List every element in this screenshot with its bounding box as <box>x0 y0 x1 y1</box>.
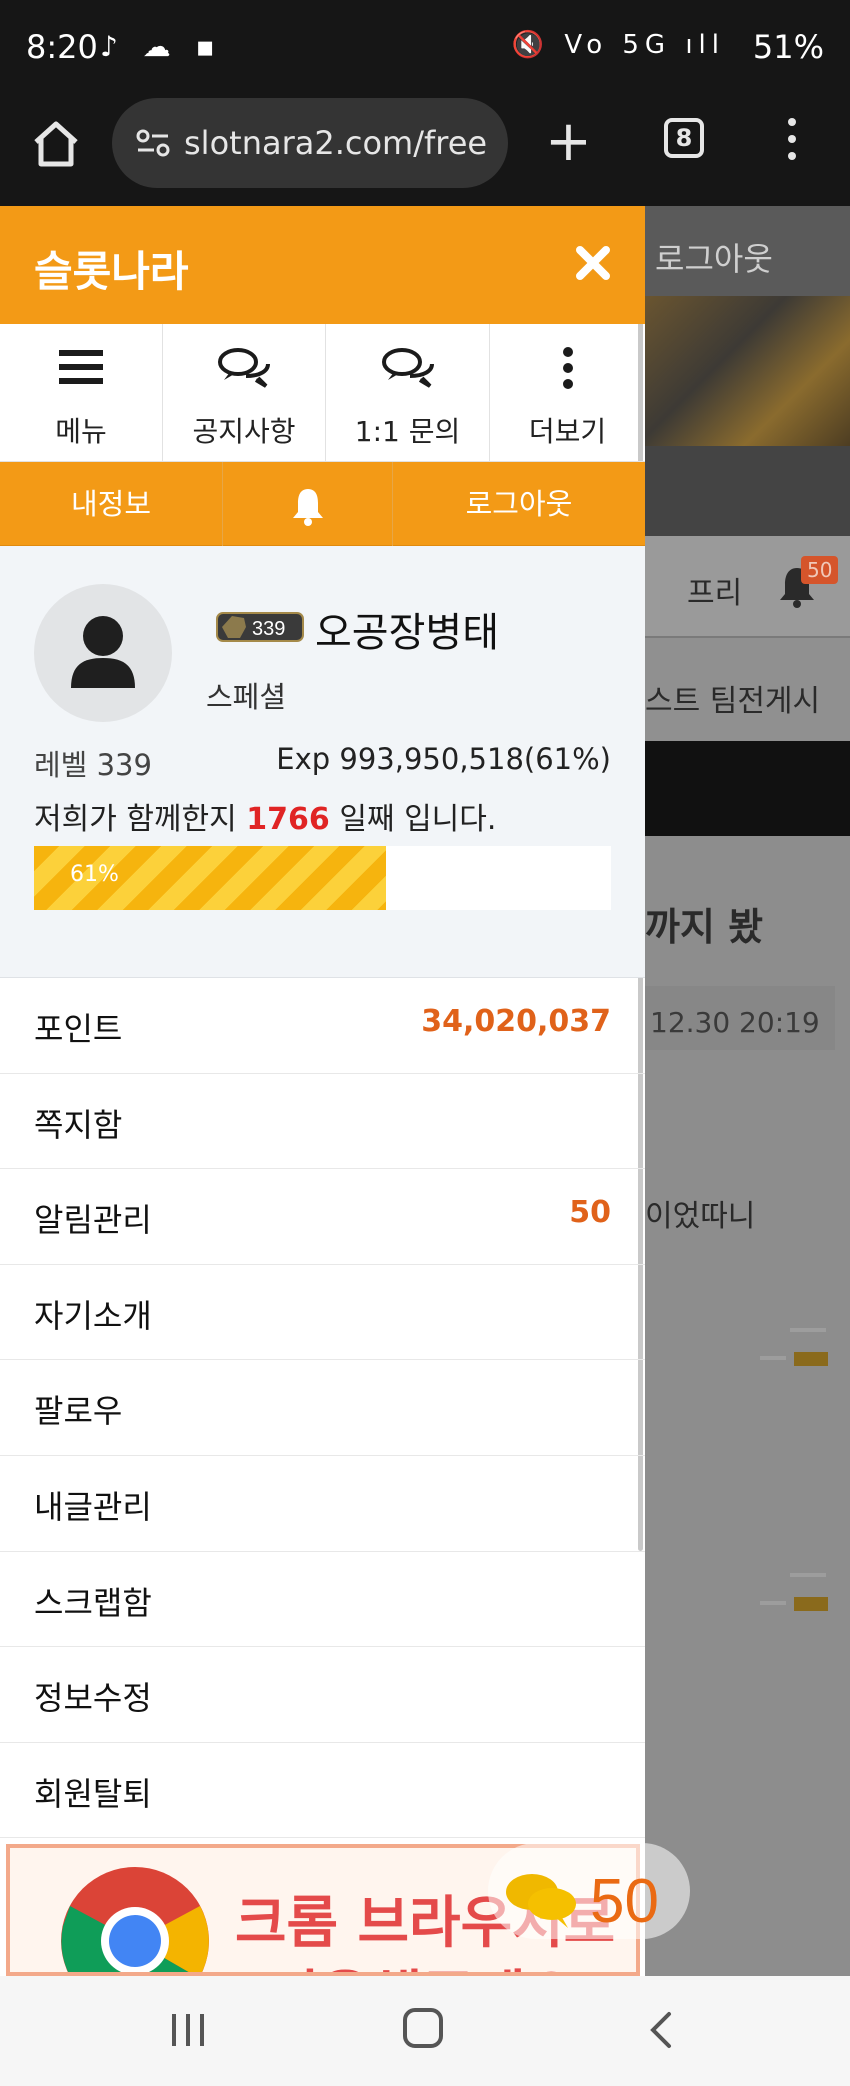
ad-subline: 이용해주세요! <box>268 1952 603 1972</box>
user-icon <box>71 616 135 688</box>
menu-item-scrap[interactable]: 스크랩함 <box>0 1552 645 1648</box>
drawer-header: 슬롯나라 <box>0 206 645 324</box>
system-nav-bar <box>0 1976 850 2086</box>
site-settings-icon[interactable] <box>136 128 170 158</box>
new-tab-button[interactable]: + <box>545 114 592 170</box>
quick-menu-item[interactable]: 공지사항 <box>163 324 326 462</box>
quick-menu-label: 더보기 <box>528 415 607 448</box>
url-text: slotnara2.com/free <box>184 124 488 162</box>
battery-level: 51% <box>752 28 824 66</box>
browser-toolbar: slotnara2.com/free + 8 <box>0 98 850 206</box>
user-nickname: 오공장병태 <box>315 610 499 656</box>
avatar[interactable] <box>34 584 172 722</box>
days-count: 1766 <box>246 802 330 837</box>
menu-item-points[interactable]: 포인트 34,020,037 <box>0 978 645 1074</box>
floating-chat-count[interactable]: 50 <box>590 1866 659 1937</box>
bg-notification-badge: 50 <box>801 556 839 584</box>
quick-menu-item[interactable]: 메뉴 <box>0 324 163 462</box>
notification-icons: ♪ ☁ ▪ <box>100 30 223 63</box>
menu-item-label: 자기소개 <box>34 1296 152 1335</box>
site-title[interactable]: 슬롯나라 <box>34 238 189 299</box>
status-time: 8:20 <box>26 28 98 66</box>
more-icon <box>562 347 573 389</box>
profile-card: 339 오공장병태 스페셜 레벨 339 Exp 993,950,518(61%… <box>0 546 645 978</box>
menu-item-messages[interactable]: 쪽지함 <box>0 1074 645 1170</box>
menu-item-label: 포인트 <box>34 1010 123 1048</box>
quick-menu-item[interactable]: 1:1 문의 <box>326 324 490 462</box>
menu-item-label: 팔로우 <box>34 1392 123 1431</box>
bg-post-date: 12.30 20:19 <box>650 1006 820 1039</box>
menu-item-label: 회원탈퇴 <box>34 1774 152 1813</box>
menu-item-follow[interactable]: 팔로우 <box>0 1360 645 1456</box>
home-icon[interactable] <box>28 116 84 172</box>
bg-banner-image <box>645 296 850 446</box>
exp-progress-bar: 61% <box>34 846 611 910</box>
bg-tabs-partial: 스트 팀전게시 <box>645 684 821 719</box>
recent-apps-icon[interactable] <box>168 2012 208 2048</box>
level-badge-icon: 339 <box>216 612 304 642</box>
quick-menu-label: 메뉴 <box>55 415 107 448</box>
quick-menu-label: 공지사항 <box>192 415 296 448</box>
menu-item-self-intro[interactable]: 자기소개 <box>0 1265 645 1361</box>
bg-post-title: 까지 봤 <box>645 905 764 949</box>
home-nav-icon[interactable] <box>403 2008 443 2048</box>
chat-bubble-icon[interactable] <box>502 1870 582 1930</box>
menu-item-label: 알림관리 <box>34 1201 152 1240</box>
menu-item-label: 스크랩함 <box>34 1583 152 1622</box>
chat-icon <box>218 348 270 388</box>
notification-button[interactable] <box>223 462 393 546</box>
url-bar[interactable]: slotnara2.com/free <box>112 98 508 188</box>
menu-item-notifications[interactable]: 알림관리 50 <box>0 1169 645 1265</box>
browser-menu-icon[interactable] <box>788 118 798 162</box>
system-icons: 🔇 Vo 5G ıll <box>511 30 725 60</box>
menu-item-label: 정보수정 <box>34 1679 152 1718</box>
my-info-button[interactable]: 내정보 <box>0 462 223 546</box>
side-drawer: 슬롯나라 메뉴 공지사항 1:1 문의 더보기 내정보 로그아웃 339 오공장… <box>0 206 645 1976</box>
menu-icon <box>59 350 103 384</box>
bg-logout-link: 로그아웃 <box>645 206 850 296</box>
menu-item-edit-profile[interactable]: 정보수정 <box>0 1647 645 1743</box>
chrome-logo-icon <box>61 1867 209 1972</box>
bell-icon <box>292 489 323 526</box>
exp-progress-label: 61% <box>70 862 119 887</box>
menu-item-value: 34,020,037 <box>421 1004 611 1039</box>
back-icon[interactable] <box>645 2010 675 2050</box>
status-bar: 8:20 ♪ ☁ ▪ 🔇 Vo 5G ıll 51% <box>0 0 850 98</box>
menu-item-value: 50 <box>569 1195 611 1231</box>
screen: 8:20 ♪ ☁ ▪ 🔇 Vo 5G ıll 51% slotnara2.com… <box>0 0 850 2086</box>
bg-tab-partial: 프리 <box>687 576 743 611</box>
logout-button[interactable]: 로그아웃 <box>393 462 645 546</box>
quick-menu: 메뉴 공지사항 1:1 문의 더보기 <box>0 324 645 462</box>
membership-days: 저희가 함께한지 1766 일째 입니다. <box>34 802 497 837</box>
menu-item-label: 내글관리 <box>34 1487 152 1526</box>
bg-post-body: 이었따니 <box>645 1199 756 1234</box>
quick-menu-item[interactable]: 더보기 <box>490 324 645 462</box>
user-grade: 스페셜 <box>206 680 287 714</box>
tab-switcher-button[interactable]: 8 <box>664 118 704 158</box>
svg-text:339: 339 <box>252 618 285 640</box>
menu-item-withdraw[interactable]: 회원탈퇴 <box>0 1743 645 1839</box>
chat-icon <box>381 348 434 388</box>
bg-thumbnail <box>760 1328 828 1366</box>
quick-menu-label: 1:1 문의 <box>354 415 461 448</box>
user-action-bar: 내정보 로그아웃 <box>0 462 645 546</box>
user-level: 레벨 339 <box>34 748 152 782</box>
close-icon[interactable] <box>572 242 614 284</box>
bg-thumbnail <box>760 1573 828 1611</box>
user-exp: Exp 993,950,518(61%) <box>276 742 611 776</box>
background-page[interactable]: 로그아웃 프리 50 스트 팀전게시 까지 봤 12.30 20:19 이었따니 <box>645 206 850 1976</box>
account-menu: 포인트 34,020,037 쪽지함 알림관리 50 자기소개 팔로우 내글관리 <box>0 978 645 1839</box>
menu-item-label: 쪽지함 <box>34 1105 123 1144</box>
menu-item-my-posts[interactable]: 내글관리 <box>0 1456 645 1552</box>
